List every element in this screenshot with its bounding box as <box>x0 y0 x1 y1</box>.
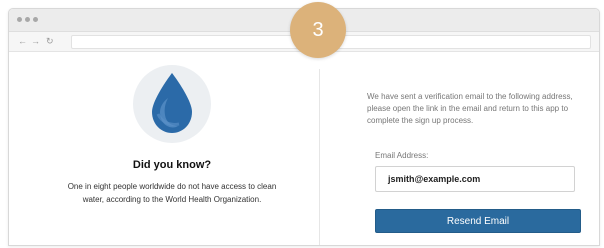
minimize-window-dot[interactable] <box>25 17 30 22</box>
email-address-field[interactable]: jsmith@example.com <box>375 166 575 192</box>
did-you-know-heading: Did you know? <box>132 159 212 171</box>
maximize-window-dot[interactable] <box>33 17 38 22</box>
reload-icon[interactable]: ↻ <box>46 34 54 48</box>
resend-email-button[interactable]: Resend Email <box>375 209 581 233</box>
water-drop-icon <box>152 73 192 133</box>
back-arrow-icon[interactable]: ← <box>18 34 27 48</box>
panel-divider <box>319 69 320 245</box>
verification-message: We have sent a verification email to the… <box>367 92 573 125</box>
water-fact-text: One in eight people worldwide do not hav… <box>67 182 277 204</box>
step-number-badge: 3 <box>290 2 346 58</box>
water-drop-badge <box>133 65 211 143</box>
close-window-dot[interactable] <box>17 17 22 22</box>
forward-arrow-icon[interactable]: → <box>31 34 40 48</box>
email-address-label: Email Address: <box>375 151 429 160</box>
